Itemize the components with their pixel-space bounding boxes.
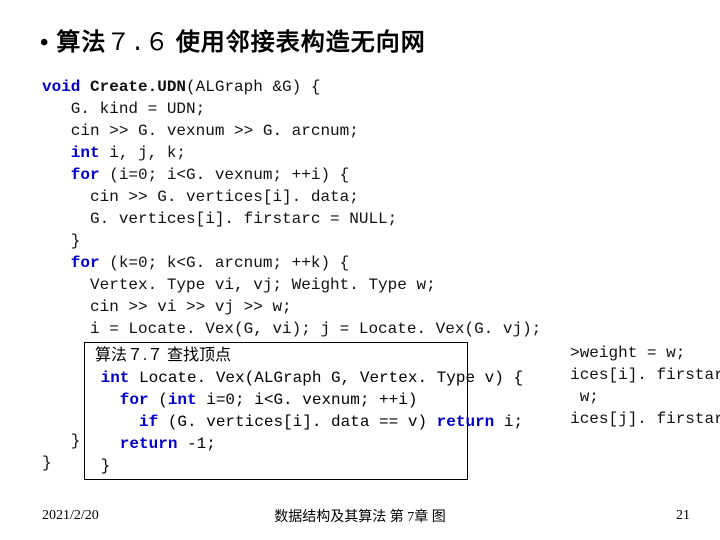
code-text: (: [149, 391, 168, 409]
footer-center: 数据结构及其算法 第 7章 图: [0, 506, 720, 526]
code-line: }: [42, 454, 52, 472]
code-line: }: [42, 432, 80, 450]
code-line: Vertex. Type vi, vj; Weight. Type w;: [42, 276, 436, 294]
kw-for: for: [42, 254, 100, 272]
code-block-main: void Create.UDN(ALGraph &G) { G. kind = …: [42, 76, 690, 340]
bullet: •: [40, 30, 49, 56]
code-line: cin >> G. vertices[i]. data;: [42, 188, 359, 206]
footer: 2021/2/20 数据结构及其算法 第 7章 图 21: [0, 508, 720, 524]
code-text: (i=0; i<G. vexnum; ++i) {: [100, 166, 350, 184]
kw-int: int: [91, 369, 129, 387]
kw-int: int: [42, 144, 100, 162]
overlay-box: 算法７.７ 查找顶点 int Locate. Vex(ALGraph G, Ve…: [84, 342, 468, 480]
kw-return: return: [437, 413, 495, 431]
kw-void: void: [42, 78, 80, 96]
title-rest: 使用邻接表构造无向网: [169, 30, 426, 56]
slide-title: • 算法７.６ 使用邻接表构造无向网: [40, 22, 690, 58]
code-line: G. vertices[i]. firstarc = NULL;: [42, 210, 397, 228]
code-text: (ALGraph &G) {: [186, 78, 320, 96]
code-line: G. kind = UDN;: [42, 100, 205, 118]
code-line: cin >> vi >> vj >> w;: [42, 298, 292, 316]
code-text: Locate. Vex(ALGraph G, Vertex. Type v) {: [129, 369, 523, 387]
code-text: i;: [494, 413, 523, 431]
code-text: -1;: [177, 435, 215, 453]
code-text: (G. vertices[i]. data == v): [158, 413, 436, 431]
kw-int: int: [168, 391, 197, 409]
kw-if: if: [91, 413, 158, 431]
code-text: i=0; i<G. vexnum; ++i): [197, 391, 418, 409]
code-line: i = Locate. Vex(G, vi); j = Locate. Vex(…: [42, 320, 541, 338]
code-line: }: [91, 457, 110, 475]
kw-for: for: [42, 166, 100, 184]
code-text: (k=0; k<G. arcnum; ++k) {: [100, 254, 350, 272]
title-prefix: 算法: [56, 30, 106, 56]
code-line: }: [42, 232, 80, 250]
kw-return: return: [91, 435, 177, 453]
code-line: cin >> G. vexnum >> G. arcnum;: [42, 122, 359, 140]
fn-name: Create.UDN: [80, 78, 186, 96]
slide: • 算法７.６ 使用邻接表构造无向网 void Create.UDN(ALGra…: [0, 0, 720, 540]
overlay-caption: 算法７.７ 查找顶点: [91, 347, 231, 364]
code-text: i, j, k;: [100, 144, 186, 162]
kw-for: for: [91, 391, 149, 409]
title-number: ７.６: [106, 31, 168, 58]
